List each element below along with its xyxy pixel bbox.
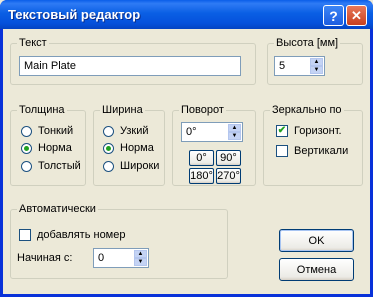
start-from-input[interactable]: 0 ▲ ▼ <box>93 248 149 268</box>
text-input[interactable]: Main Plate <box>19 56 241 76</box>
thickness-normal-label: Норма <box>38 142 72 154</box>
checkbox-checked-icon: ✔ <box>276 125 288 137</box>
rotate-180-button[interactable]: 180° <box>189 168 214 184</box>
rotation-group-legend: Поворот <box>181 104 224 116</box>
thickness-thin-label: Тонкий <box>38 125 74 137</box>
cancel-button[interactable]: Отмена <box>279 258 354 281</box>
start-from-label: Начиная с: <box>17 252 73 264</box>
checkbox-icon <box>19 229 31 241</box>
height-group-legend: Высота [мм] <box>276 37 339 49</box>
add-number-label: добавлять номер <box>37 229 126 241</box>
rotation-input[interactable]: 0° ▲ ▼ <box>181 122 243 142</box>
width-normal-radio[interactable]: Норма <box>103 142 154 154</box>
rotate-90-button[interactable]: 90° <box>216 150 241 166</box>
mirror-horizontal-label: Горизонт. <box>294 125 342 137</box>
thickness-thick-radio[interactable]: Толстый <box>21 160 81 172</box>
radio-selected-icon <box>103 142 114 154</box>
thickness-normal-radio[interactable]: Норма <box>21 142 72 154</box>
width-wide-label: Широки <box>120 160 160 172</box>
spin-up-icon[interactable]: ▲ <box>228 124 241 132</box>
height-spinner[interactable]: ▲ ▼ <box>310 58 323 74</box>
spin-up-icon[interactable]: ▲ <box>310 58 323 66</box>
dialog-body: Текст Main Plate Высота [мм] 5 ▲ ▼ Толщи… <box>3 29 370 294</box>
width-narrow-radio[interactable]: Узкий <box>103 125 149 137</box>
spin-down-icon[interactable]: ▼ <box>134 258 147 266</box>
thickness-group-legend: Толщина <box>19 104 65 116</box>
thickness-thin-radio[interactable]: Тонкий <box>21 125 73 137</box>
radio-selected-icon <box>21 142 32 154</box>
radio-icon <box>21 125 32 137</box>
mirror-vertical-label: Вертикали <box>294 145 349 157</box>
start-from-spinner[interactable]: ▲ ▼ <box>134 250 147 266</box>
title-bar[interactable]: Текстовый редактор ? ✕ <box>0 0 373 29</box>
dialog-window: Текстовый редактор ? ✕ Текст Main Plate … <box>0 0 373 297</box>
close-icon: ✕ <box>351 7 362 23</box>
close-button[interactable]: ✕ <box>346 5 367 26</box>
mirror-vertical-checkbox[interactable]: Вертикали <box>276 145 348 157</box>
radio-icon <box>103 125 114 137</box>
spin-down-icon[interactable]: ▼ <box>310 66 323 74</box>
rotate-270-button[interactable]: 270° <box>216 168 241 184</box>
height-input[interactable]: 5 ▲ ▼ <box>274 56 325 76</box>
help-icon: ? <box>329 7 338 24</box>
width-narrow-label: Узкий <box>120 125 149 137</box>
mirror-group-legend: Зеркально по <box>272 104 342 116</box>
auto-group-legend: Автоматически <box>19 203 96 215</box>
spin-down-icon[interactable]: ▼ <box>228 132 241 140</box>
rotate-0-button[interactable]: 0° <box>189 150 214 166</box>
radio-icon <box>21 160 32 172</box>
rotation-group: Поворот <box>172 105 256 186</box>
ok-button[interactable]: OK <box>279 229 354 252</box>
width-wide-radio[interactable]: Широки <box>103 160 159 172</box>
start-from-value: 0 <box>98 252 105 264</box>
thickness-thick-label: Толстый <box>38 160 81 172</box>
window-title: Текстовый редактор <box>8 7 141 22</box>
width-normal-label: Норма <box>120 142 154 154</box>
text-group-legend: Текст <box>19 37 47 49</box>
width-group-legend: Ширина <box>102 104 143 116</box>
radio-icon <box>103 160 114 172</box>
rotation-spinner[interactable]: ▲ ▼ <box>228 124 241 140</box>
checkbox-icon <box>276 145 288 157</box>
rotation-value: 0° <box>186 126 197 138</box>
help-button[interactable]: ? <box>323 5 344 26</box>
mirror-horizontal-checkbox[interactable]: ✔ Горизонт. <box>276 125 342 137</box>
spin-up-icon[interactable]: ▲ <box>134 250 147 258</box>
add-number-checkbox[interactable]: добавлять номер <box>19 229 125 241</box>
height-value: 5 <box>279 60 286 72</box>
